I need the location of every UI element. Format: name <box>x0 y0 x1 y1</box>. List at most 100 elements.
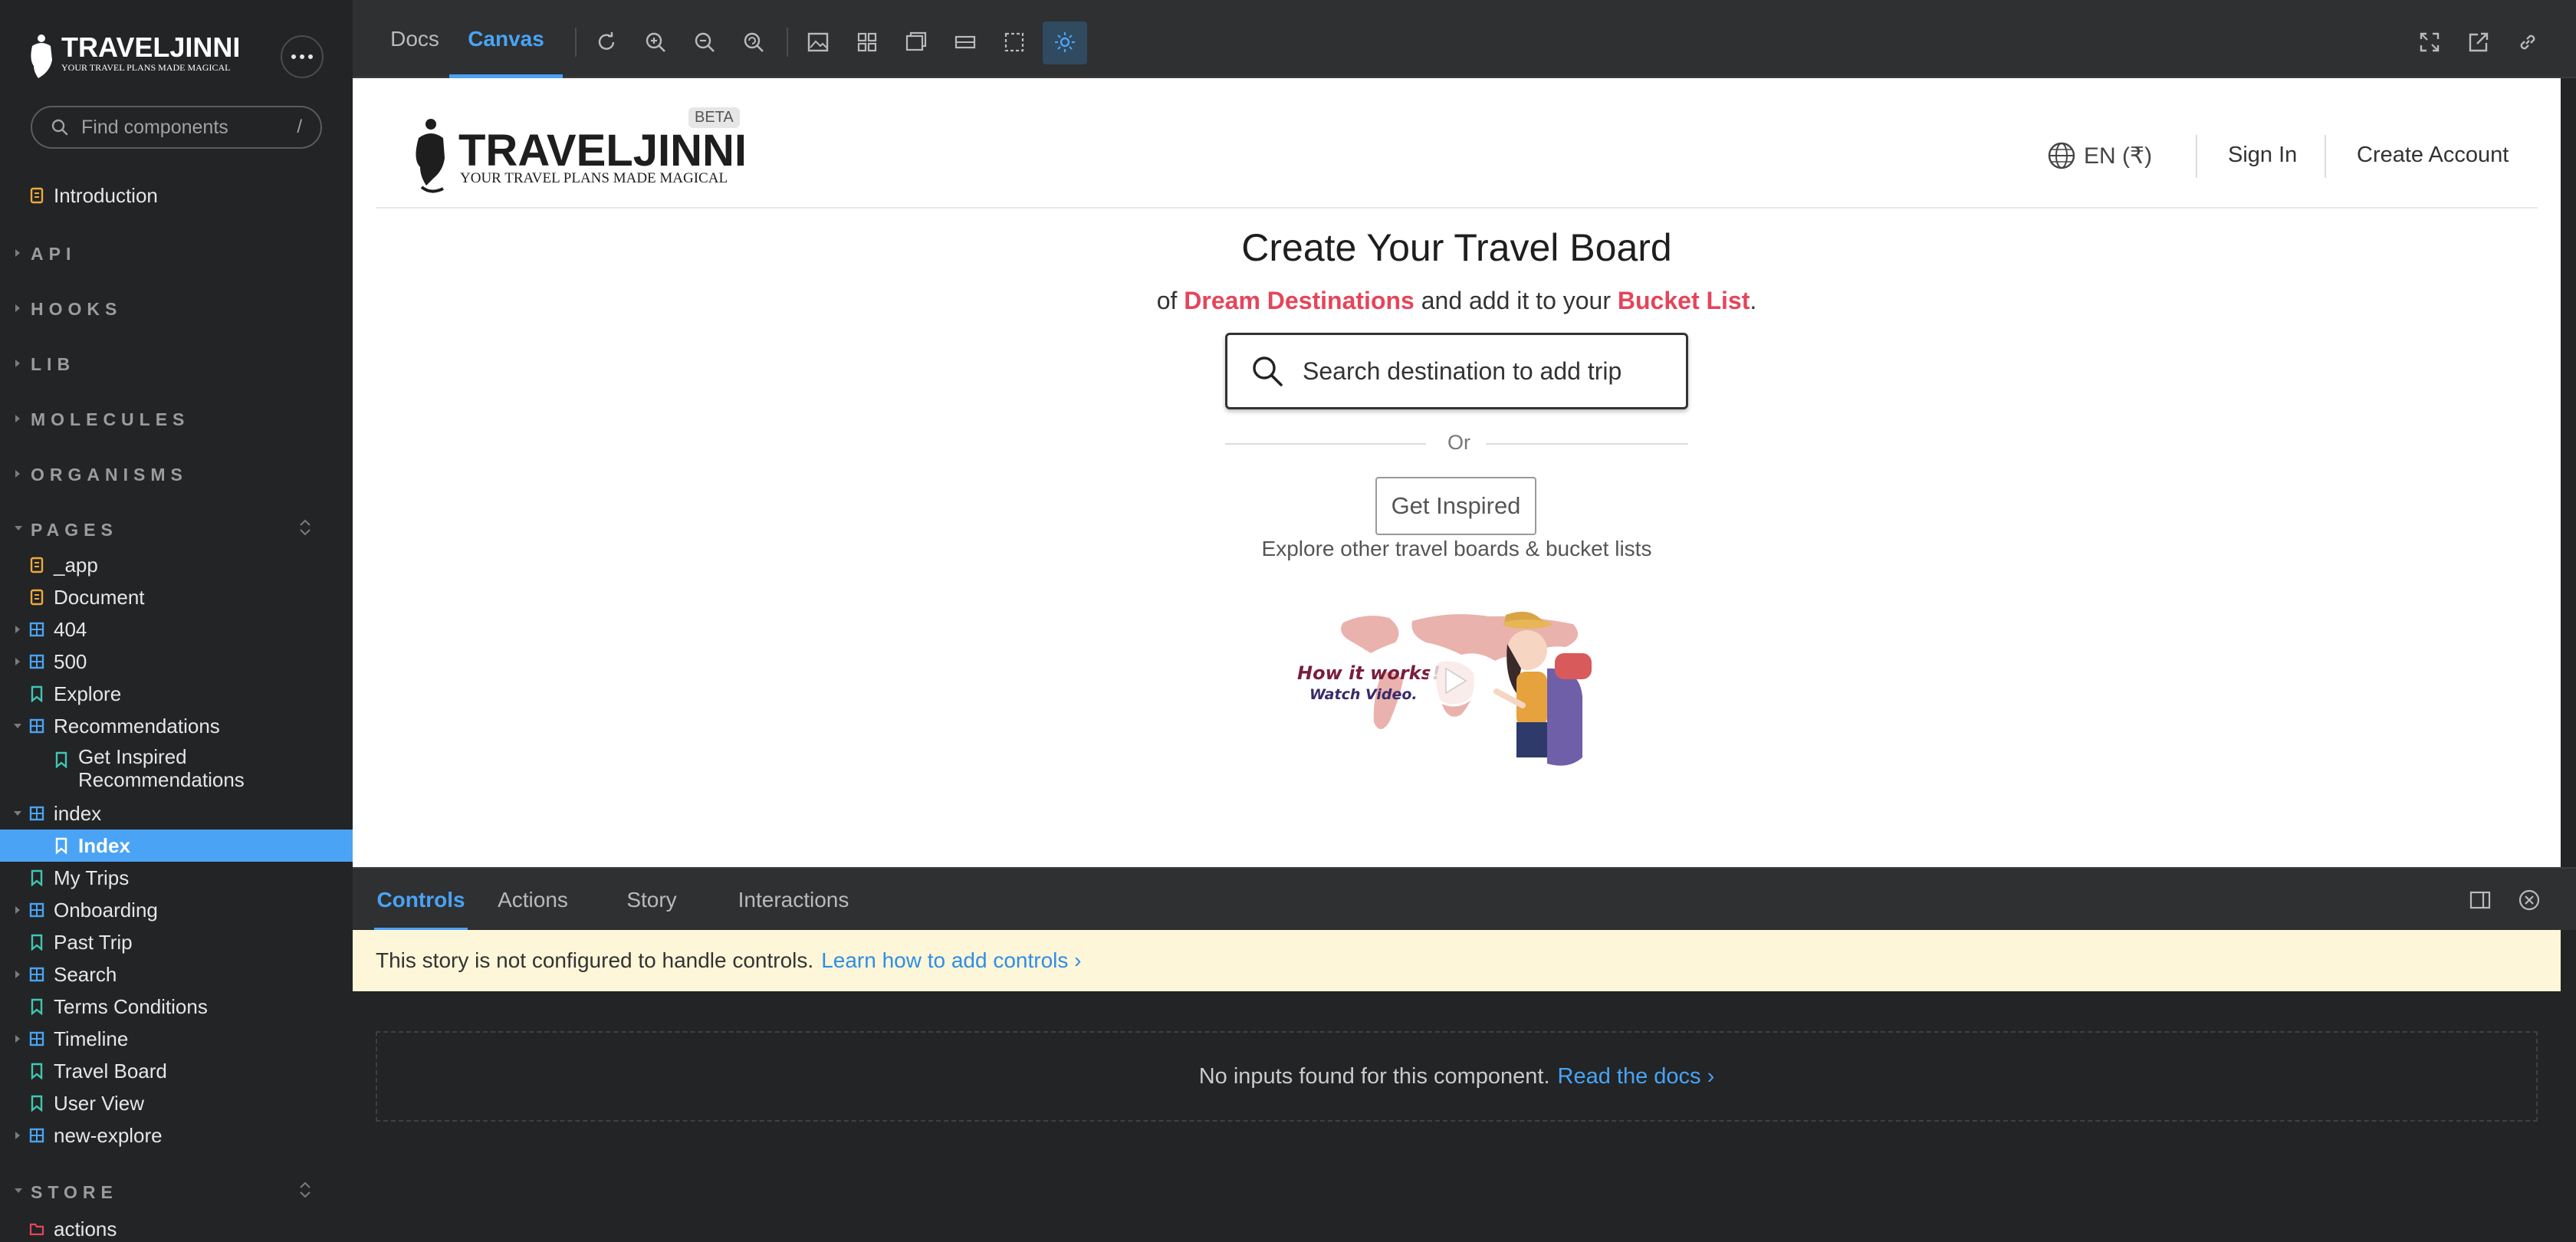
header-divider-line <box>376 207 2538 209</box>
find-components-input[interactable]: Find components / <box>31 106 322 149</box>
svg-text:TRAVELJINNI: TRAVELJINNI <box>458 126 745 176</box>
grid-icon[interactable] <box>856 31 879 54</box>
controls-notice-banner: This story is not configured to handle c… <box>353 930 2561 991</box>
tab-story[interactable]: Story <box>621 869 682 932</box>
language-currency-selector[interactable]: EN (₹) <box>2047 138 2152 173</box>
chevron-right-icon <box>12 1033 23 1044</box>
zoom-in-icon[interactable] <box>644 31 667 54</box>
sidebar-item-new-explore[interactable]: new-explore <box>0 1119 353 1152</box>
component-icon <box>29 805 44 822</box>
sidebar-item-actions[interactable]: actions <box>0 1213 353 1242</box>
bookmark-icon <box>54 837 69 854</box>
header-divider <box>2196 135 2197 178</box>
tab-canvas[interactable]: Canvas <box>449 0 563 78</box>
zoom-out-icon[interactable] <box>693 31 716 54</box>
search-icon <box>1253 356 1283 386</box>
create-account-link[interactable]: Create Account <box>2357 143 2509 168</box>
chevron-down-icon <box>12 721 23 731</box>
sidebar-item-past-trip[interactable]: Past Trip <box>0 926 353 958</box>
sidebar-item-onboarding[interactable]: Onboarding <box>0 894 353 926</box>
sidebar-section-molecules[interactable]: MOLECULES <box>0 403 353 434</box>
svg-text:TRAVELJINNI: TRAVELJINNI <box>61 31 240 63</box>
close-panel-icon[interactable] <box>2518 889 2541 912</box>
tab-interactions[interactable]: Interactions <box>727 869 860 932</box>
sign-in-link[interactable]: Sign In <box>2228 143 2297 168</box>
sidebar-item-timeline[interactable]: Timeline <box>0 1023 353 1055</box>
outline-icon[interactable] <box>1003 31 1026 54</box>
read-the-docs-link[interactable]: Read the docs › <box>1558 1064 1715 1089</box>
sidebar-item-recommendations[interactable]: Recommendations <box>0 710 353 742</box>
sidebar: TRAVELJINNI YOUR TRAVEL PLANS MADE MAGIC… <box>0 0 353 1242</box>
search-icon <box>51 119 68 136</box>
svg-text:YOUR TRAVEL PLANS MADE MAGICAL: YOUR TRAVEL PLANS MADE MAGICAL <box>61 62 230 73</box>
sidebar-item-index-story[interactable]: Index <box>0 830 353 862</box>
sidebar-item-terms-conditions[interactable]: Terms Conditions <box>0 991 353 1023</box>
sidebar-item-404[interactable]: 404 <box>0 613 353 646</box>
sidebar-section-hooks[interactable]: HOOKS <box>0 293 353 324</box>
sidebar-item-index-group[interactable]: index <box>0 797 353 830</box>
sidebar-item-my-trips[interactable]: My Trips <box>0 862 353 894</box>
open-new-tab-icon[interactable] <box>2467 31 2490 54</box>
how-it-works-video-thumbnail[interactable]: How it works! Watch Video. <box>1297 607 1605 782</box>
bookmark-icon <box>29 1095 44 1112</box>
bookmark-icon <box>29 998 44 1015</box>
beta-badge: BETA <box>688 107 740 128</box>
destination-search-input[interactable]: Search destination to add trip <box>1225 333 1688 409</box>
sidebar-item-get-inspired-recommendations[interactable]: Get Inspired Recommendations <box>0 742 353 796</box>
collapse-all-icon[interactable] <box>297 518 313 537</box>
sidebar-menu-button[interactable] <box>281 35 324 78</box>
tab-controls[interactable]: Controls <box>374 869 468 932</box>
or-label: Or <box>1447 431 1470 454</box>
copy-link-icon[interactable] <box>2516 31 2539 54</box>
sidebar-section-organisms[interactable]: ORGANISMS <box>0 458 353 489</box>
document-icon <box>29 187 44 204</box>
viewport-icon[interactable] <box>905 31 928 54</box>
sidebar-item-document[interactable]: Document <box>0 581 353 613</box>
sidebar-item-travel-board[interactable]: Travel Board <box>0 1055 353 1087</box>
sidebar-item-user-view[interactable]: User View <box>0 1087 353 1119</box>
chevron-right-icon <box>14 469 21 478</box>
collapse-all-icon[interactable] <box>297 1181 313 1199</box>
sidebar-item-explore[interactable]: Explore <box>0 678 353 710</box>
chevron-right-icon <box>12 969 23 980</box>
sidebar-item-introduction[interactable]: Introduction <box>0 179 353 212</box>
genie-logo-icon <box>416 119 445 193</box>
measure-icon[interactable] <box>954 31 977 54</box>
folder-icon <box>29 1221 44 1237</box>
sun-icon[interactable] <box>1053 31 1076 54</box>
refresh-icon[interactable] <box>595 31 618 54</box>
tab-docs[interactable]: Docs <box>374 0 455 78</box>
fullscreen-icon[interactable] <box>2418 31 2441 54</box>
sidebar-section-lib[interactable]: LIB <box>0 348 353 379</box>
sidebar-item-search[interactable]: Search <box>0 958 353 991</box>
bookmark-icon <box>29 869 44 886</box>
chevron-right-icon <box>14 304 21 313</box>
learn-controls-link[interactable]: Learn how to add controls › <box>821 948 1081 973</box>
sidebar-item-app[interactable]: _app <box>0 549 353 581</box>
bookmark-icon <box>29 1063 44 1079</box>
chevron-down-icon <box>12 808 23 819</box>
preview-toolbar: Docs Canvas <box>353 0 2576 78</box>
story-canvas: TRAVELJINNI YOUR TRAVEL PLANS MADE MAGIC… <box>353 78 2561 867</box>
search-shortcut-hint: / <box>297 117 302 137</box>
component-icon <box>29 653 44 670</box>
component-icon <box>29 966 44 983</box>
sidebar-section-pages[interactable]: PAGES <box>0 514 353 544</box>
component-icon <box>29 1127 44 1144</box>
video-subtitle: Watch Video. <box>1309 686 1418 703</box>
svg-text:YOUR TRAVEL PLANS MADE MAGICAL: YOUR TRAVEL PLANS MADE MAGICAL <box>460 170 728 186</box>
header-divider <box>2325 135 2326 178</box>
zoom-reset-icon[interactable] <box>742 31 765 54</box>
background-image-icon[interactable] <box>807 31 830 54</box>
tab-actions[interactable]: Actions <box>488 869 578 932</box>
component-icon <box>29 1030 44 1047</box>
no-inputs-message: No inputs found for this component. Read… <box>376 1031 2538 1122</box>
notice-text: This story is not configured to handle c… <box>376 948 814 972</box>
sidebar-item-500[interactable]: 500 <box>0 646 353 678</box>
sidebar-section-api[interactable]: API <box>0 238 353 268</box>
or-divider-right <box>1486 443 1688 445</box>
panel-orientation-icon[interactable] <box>2469 889 2492 912</box>
get-inspired-button[interactable]: Get Inspired <box>1375 477 1536 535</box>
bookmark-icon <box>29 934 44 951</box>
sidebar-section-store[interactable]: STORE <box>0 1176 353 1207</box>
